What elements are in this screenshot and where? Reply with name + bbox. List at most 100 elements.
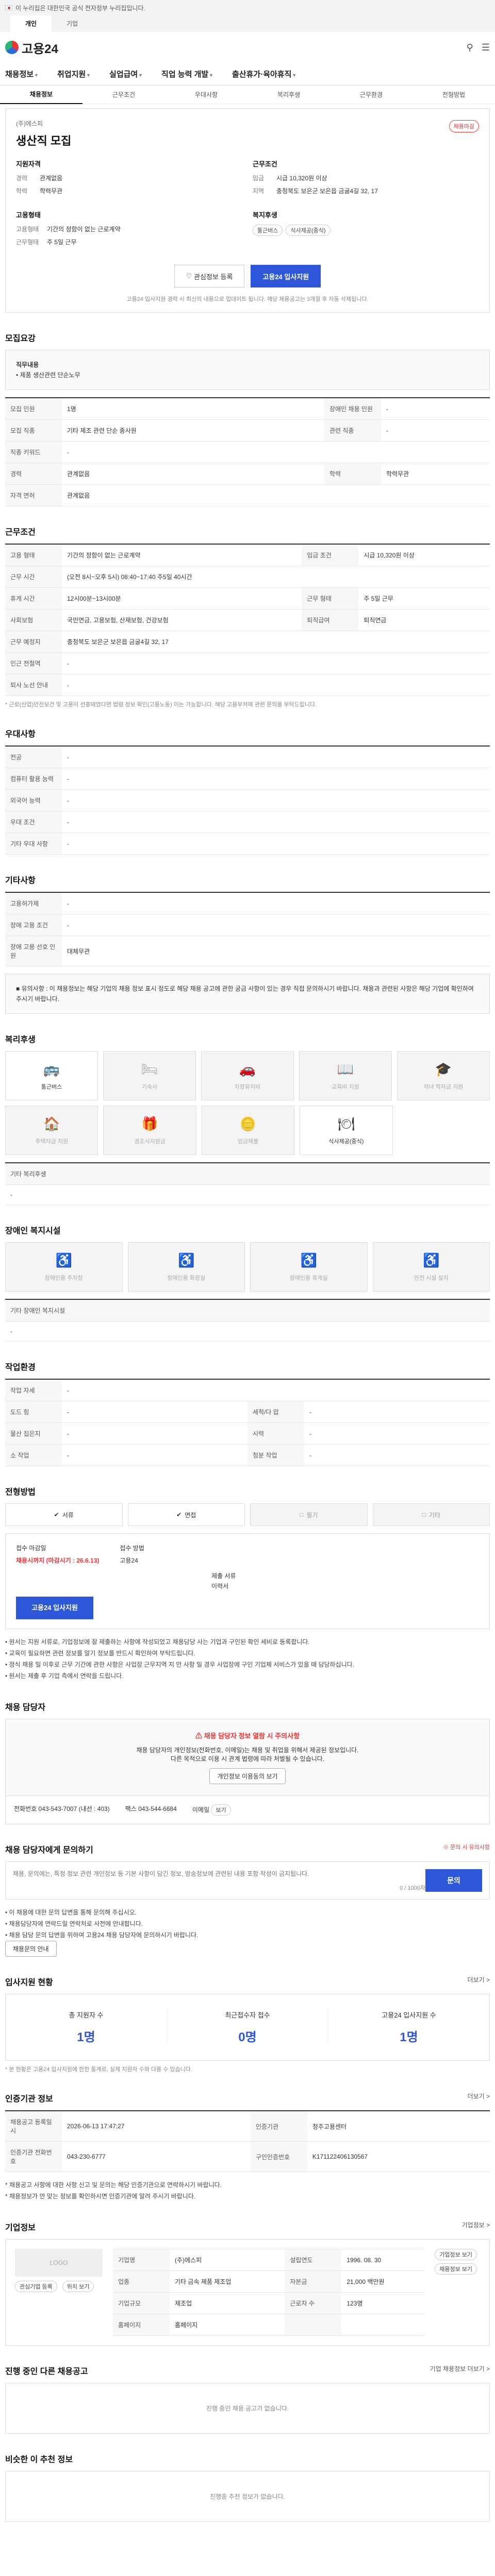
table-cell: 국민연금, 고용보험, 산재보험, 건강보험 [62, 609, 302, 631]
table-cell: 퇴직연금 [358, 609, 490, 631]
nav-benefit[interactable]: 실업급여 [109, 69, 142, 79]
table-cell: - [62, 833, 490, 855]
stat-item: 총 지원자 수 1명 [6, 2010, 167, 2045]
table-cell: 관계없음 [62, 484, 490, 506]
other-section: 진행 중인 다른 채용공고 기업 채용정보 더보기 > 진행 중인 채용 공고가 … [5, 2364, 490, 2434]
apply-button[interactable]: 고용24 입사지원 [251, 265, 321, 287]
emptype-heading: 고용형태 [16, 211, 41, 219]
table-cell: 2026-06-13 17:47:27 [62, 2110, 251, 2142]
table-cell: - [62, 789, 490, 811]
nav-support[interactable]: 취업지원 [57, 69, 90, 79]
company-more-link[interactable]: 기업정보 > [461, 2221, 490, 2233]
manager-alert: 채용 담당자 정보 열람 시 주의사항 [204, 1732, 300, 1740]
company-map-button[interactable]: 위치 보기 [62, 2281, 94, 2292]
welfare-heading: 복리후생 [5, 1036, 36, 1044]
table-cell: (오전 8시~오후 5시) 08:40~17:40 주5일 40시간 [62, 566, 490, 588]
table-cell: 대체무관 [62, 936, 490, 967]
table-header: 임금 조건 [302, 544, 359, 566]
cond-value: 충청북도 보은군 보은읍 금굴4길 32, 17 [276, 188, 378, 195]
email-view-button[interactable]: 보기 [211, 1804, 231, 1816]
qna-count: 0 / 1000자 [400, 1885, 425, 1891]
table-header: 시력 [248, 1422, 304, 1445]
tab-method[interactable]: 전형방법 [412, 90, 495, 99]
logo[interactable]: 고용24 [5, 39, 58, 57]
menu-icon[interactable]: ☰ [482, 42, 490, 53]
cond-key: 임금 [253, 175, 265, 182]
table-cell: - [62, 1379, 490, 1401]
qual-value: 관계없음 [40, 175, 63, 182]
work-section: 근무조건 고용 형태 기간의 정함이 없는 근로계약 임금 조건 시급 10,320원… [5, 525, 490, 708]
nav-jobs[interactable]: 채용정보 [5, 69, 38, 79]
nav-leave[interactable]: 출산휴가·육아휴직 [232, 69, 295, 79]
company-jobs-button[interactable]: 채용정보 보기 [435, 2263, 477, 2275]
tab-personal[interactable]: 개인 [10, 15, 52, 32]
recruit-heading: 모집요강 [5, 334, 36, 343]
table-cell: - [62, 652, 490, 674]
table-cell: 1996. 08. 30 [341, 2249, 425, 2271]
flag-icon [5, 5, 12, 10]
table-header: 세척/다 압 [248, 1401, 304, 1423]
table-cell: 관계없음 [62, 463, 324, 485]
meal-icon: 🍽 [337, 1115, 355, 1131]
qna-textarea[interactable] [13, 1869, 425, 1884]
search-icon[interactable]: ⚲ [467, 42, 473, 53]
welfare-item: 🍽 식사제공(중식) [300, 1106, 393, 1155]
deadline-label: 접수 마감일 [16, 1545, 46, 1552]
company-info-button[interactable]: 기업정보 보기 [435, 2249, 477, 2260]
section-tabs: 채용정보 근무조건 우대사항 복리후생 근무환경 전형방법 [0, 86, 495, 104]
manager-section: 채용 담당자 ⚠ 채용 담당자 정보 열람 시 주의사항 채용 담당자의 개인정… [5, 1700, 490, 1824]
table-header: 기업규모 [113, 2292, 170, 2314]
table-header: 도드 힘 [5, 1401, 62, 1423]
qna-notice-button[interactable]: 채용문의 안내 [5, 1941, 57, 1957]
table-header: 우대 조건 [5, 811, 62, 833]
similar-empty: 진행중 추천 정보가 없습니다. [5, 2471, 490, 2522]
welfare-label: 임금체불 [237, 1138, 259, 1145]
welfare-extra-value: - [5, 1184, 490, 1205]
table-cell: - [62, 441, 490, 463]
tab-company[interactable]: 기업 [52, 15, 93, 32]
table-cell: 21,000 백만원 [341, 2270, 425, 2293]
qna-submit-button[interactable]: 문의 [425, 1869, 482, 1892]
welfare-label: 경조사지원금 [134, 1138, 166, 1145]
emptype-key: 근무형태 [16, 239, 39, 246]
tab-env[interactable]: 근무환경 [330, 90, 412, 99]
scrap-button[interactable]: ♡ 관심정보 등록 [174, 265, 245, 287]
note-line: • 채용담당자에 연락드릴 연락처로 사전에 안내합니다. [5, 1920, 143, 1927]
table-cell: 기타 금속 제품 제조업 [170, 2270, 285, 2293]
privacy-view-button[interactable]: 개인정보 이용동의 보기 [209, 1768, 286, 1784]
docs-label: 제출 서류 [211, 1572, 236, 1580]
info-more-link[interactable]: 더보기 > [468, 2092, 490, 2104]
table-cell: - [62, 1401, 248, 1423]
tab-work[interactable]: 근무조건 [82, 90, 165, 99]
method-apply-button[interactable]: 고용24 입사지원 [16, 1597, 93, 1619]
welfare-item: 🎁 경조사지원금 [103, 1106, 196, 1155]
other-heading: 진행 중인 다른 채용공고 [5, 2367, 88, 2376]
disab-label: 장애인용 주차장 [44, 1275, 83, 1281]
facility-icon: ♿ [55, 1252, 72, 1268]
welfare-item: 🚗 차량유지비 [201, 1051, 294, 1100]
tab-welfare[interactable]: 복리후생 [248, 90, 330, 99]
table-header: 전공 [5, 745, 62, 768]
table-header: 근로자 수 [285, 2292, 342, 2314]
stat-label: 고용24 입사지원 수 [382, 2011, 436, 2019]
company-section: 기업정보 기업정보 > LOGO 관심기업 등록 위치 보기 기업명 (주)에스피 설립… [5, 2221, 490, 2346]
welfare-label: 주택자금 지원 [35, 1138, 69, 1145]
table-cell: - [304, 1401, 490, 1423]
other-more-link[interactable]: 기업 채용정보 더보기 > [430, 2364, 490, 2377]
stats-more-link[interactable]: 더보기 > [468, 1975, 490, 1988]
tab-pref[interactable]: 우대사항 [165, 90, 248, 99]
welfare-item: 🎓 자녀 학자금 지원 [397, 1051, 490, 1100]
table-cell: 기타 제조 관련 단순 종사원 [62, 419, 324, 442]
etc-table: 고용허가제 - 장애 고용 조건 - 장애 고용 선호 인원 대체무관 [5, 892, 490, 967]
table-cell: - [62, 1422, 248, 1445]
etc-notice: ■ 유의사항 : 이 채용정보는 해당 기업의 채용 정보 표시 정도로 해당 … [5, 974, 490, 1014]
nav-training[interactable]: 직업 능력 개발 [161, 69, 212, 79]
table-cell: 학력무관 [381, 463, 490, 485]
table-cell: 청주고용센터 [307, 2110, 490, 2142]
table-header: 장애 고용 선호 인원 [5, 936, 62, 967]
company-scrap-button[interactable]: 관심기업 등록 [15, 2281, 57, 2292]
tab-recruit[interactable]: 채용정보 [0, 86, 82, 104]
welfare-heading: 복지후생 [253, 211, 277, 219]
grad-icon: 🎓 [435, 1061, 452, 1077]
disab-extra-label: 기타 장애인 복지시설 [5, 1299, 490, 1321]
